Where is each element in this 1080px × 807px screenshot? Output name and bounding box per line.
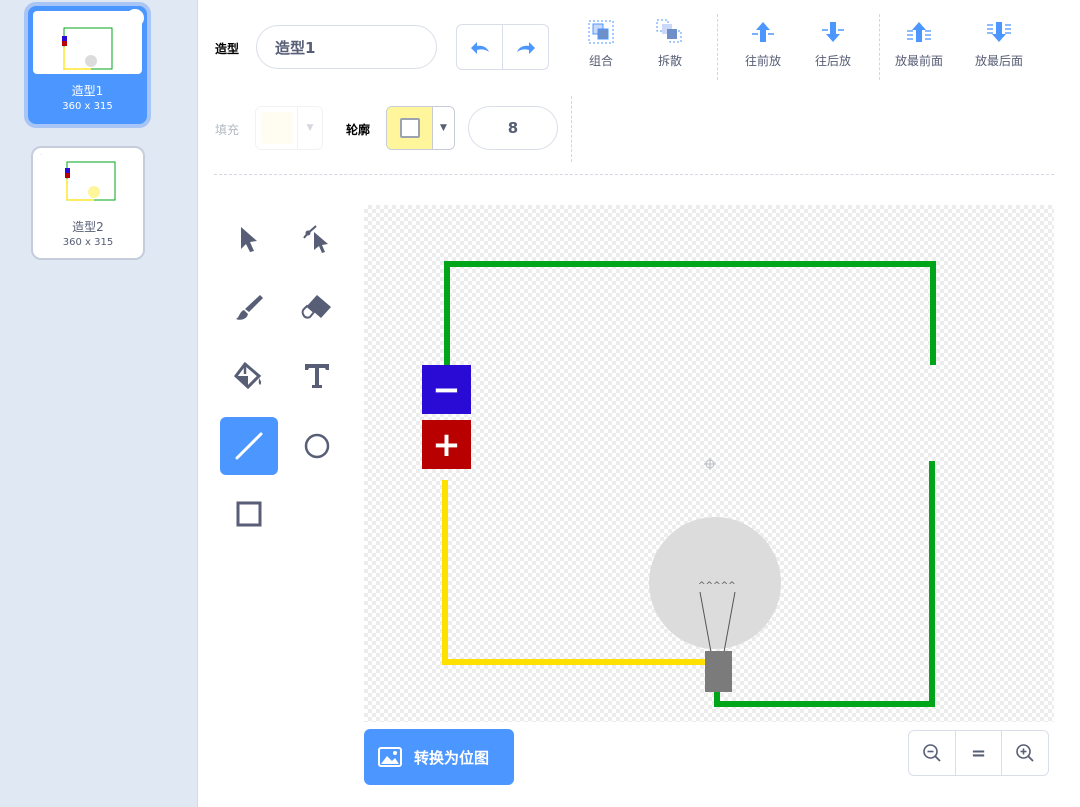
outline-label: 轮廓 [346, 123, 371, 137]
circle-icon [304, 433, 330, 459]
bring-to-front-button[interactable]: 放最前面 [887, 18, 951, 69]
toolbar-separator [214, 174, 1054, 175]
image-icon [378, 747, 402, 767]
toolbar-divider [717, 14, 718, 80]
convert-label: 转换为位图 [414, 748, 490, 767]
zoom-in-button[interactable] [1001, 730, 1050, 776]
arrow-down-icon [822, 22, 844, 42]
rectangle-icon [236, 501, 262, 527]
battery-negative-terminal[interactable]: − [422, 365, 471, 414]
circle-tool[interactable] [288, 417, 346, 475]
fill-color-swatch [260, 112, 293, 144]
undo-button[interactable] [456, 24, 503, 70]
zoom-controls: = [908, 730, 1050, 776]
costume-name: 造型1 [71, 84, 104, 98]
brush-tool[interactable] [220, 278, 278, 336]
select-arrow-icon [241, 227, 257, 252]
outline-width-input[interactable] [468, 106, 558, 150]
zoom-in-icon [1016, 744, 1034, 762]
outline-color-swatch [399, 118, 420, 138]
select-tool[interactable] [220, 210, 278, 268]
reshape-tool[interactable] [288, 210, 346, 268]
reshape-icon [303, 225, 328, 253]
convert-to-bitmap-button[interactable]: 转换为位图 [364, 729, 514, 785]
brush-icon [236, 295, 263, 320]
eraser-tool[interactable] [288, 278, 346, 336]
costume-name-label: 造型 [215, 42, 240, 56]
costume-size: 360 x 315 [62, 237, 114, 248]
zoom-out-button[interactable] [908, 730, 956, 776]
text-t-icon [305, 364, 329, 388]
lightbulb-base[interactable] [705, 651, 732, 692]
forward-button[interactable]: 往前放 [733, 18, 793, 69]
group-icon [588, 20, 614, 44]
send-to-back-icon [987, 22, 1011, 42]
toolbar-divider [571, 96, 572, 162]
undo-redo-group [456, 24, 549, 70]
costume-name-input[interactable] [256, 25, 437, 69]
costume-list: 1 ✕ 造型1 360 x 315 2 [0, 0, 198, 807]
costume-thumbnail [38, 154, 138, 204]
ungroup-button[interactable]: 拆散 [640, 18, 700, 69]
caret-down-icon: ▼ [306, 123, 314, 133]
paint-bucket-icon [233, 361, 262, 390]
backward-button[interactable]: 往后放 [803, 18, 863, 69]
undo-icon [470, 42, 489, 54]
fill-tool[interactable] [220, 346, 278, 404]
redo-icon [516, 42, 535, 54]
green-wire-top[interactable] [444, 261, 936, 367]
costume-tile-1[interactable]: 1 ✕ 造型1 360 x 315 [24, 2, 151, 128]
ungroup-icon [656, 19, 682, 43]
toolbar-divider [879, 14, 880, 80]
eraser-icon [301, 295, 331, 319]
caret-down-icon: ▼ [440, 123, 447, 133]
text-tool[interactable] [288, 346, 346, 404]
costume-thumbnail [33, 11, 142, 74]
zoom-out-icon [923, 744, 941, 762]
outline-color-picker[interactable]: ▼ [386, 106, 455, 150]
rotation-center-icon [704, 458, 716, 470]
battery-positive-terminal[interactable]: + [422, 420, 471, 469]
zoom-reset-button[interactable]: = [955, 730, 1002, 776]
fill-color-picker[interactable]: ▼ [255, 106, 323, 150]
costume-size: 360 x 315 [62, 101, 113, 112]
costume-name: 造型2 [72, 220, 104, 234]
bring-to-front-icon [907, 22, 931, 42]
fill-label: 填充 [215, 123, 240, 137]
arrow-up-icon [752, 22, 774, 42]
group-button[interactable]: 组合 [571, 18, 631, 69]
rectangle-tool[interactable] [220, 485, 278, 543]
send-to-back-button[interactable]: 放最后面 [967, 18, 1031, 69]
drawing-canvas[interactable]: − + ^^^^^ [364, 205, 1054, 722]
line-tool[interactable] [220, 417, 278, 475]
line-icon [235, 432, 263, 460]
filament-coil: ^^^^^ [698, 581, 736, 591]
redo-button[interactable] [503, 24, 549, 70]
costume-tile-2[interactable]: 2 造型2 360 x 315 [31, 146, 145, 260]
